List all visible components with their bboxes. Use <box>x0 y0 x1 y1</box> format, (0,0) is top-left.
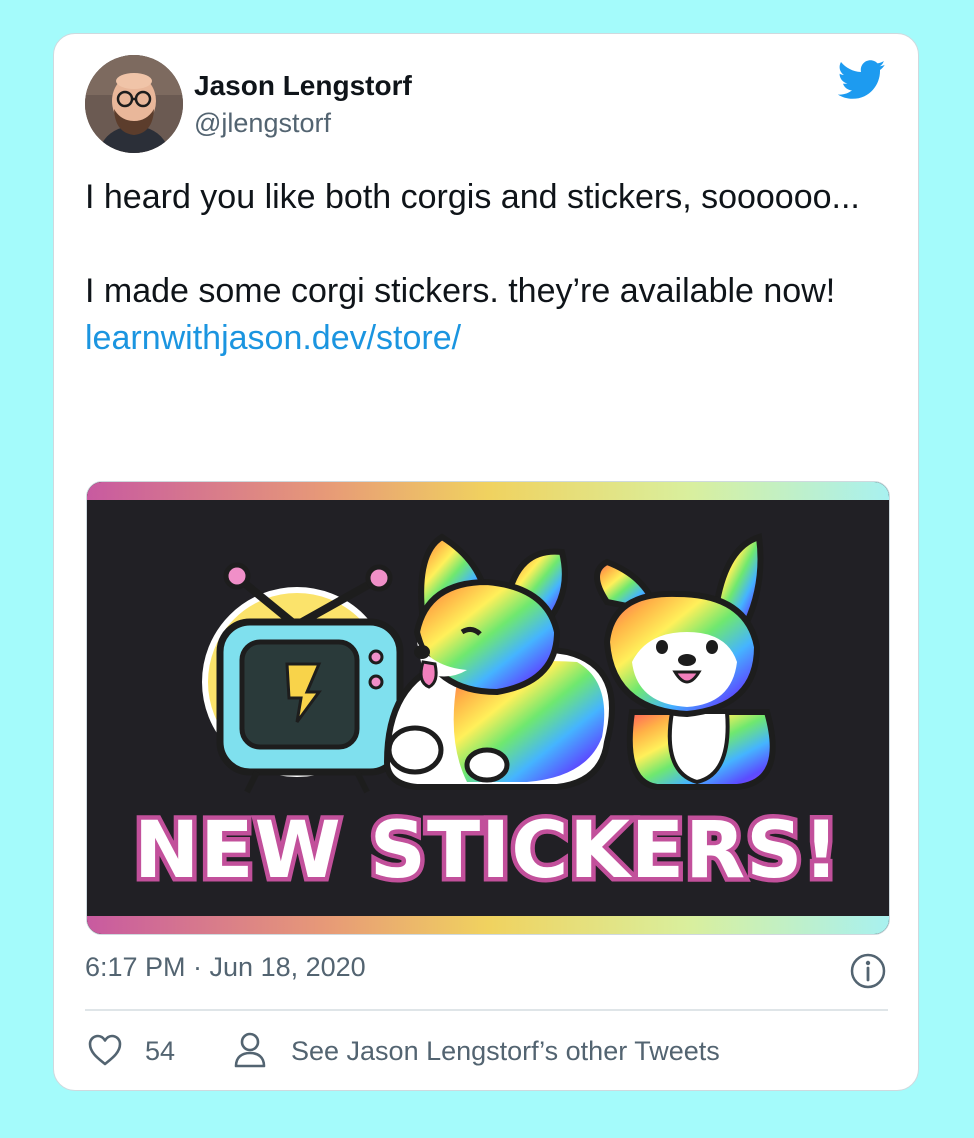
twitter-bird-icon[interactable] <box>837 60 886 105</box>
tweet-text: I heard you like both corgis and sticker… <box>85 174 875 362</box>
avatar[interactable] <box>85 55 183 153</box>
tweet-text-line-1: I heard you like both corgis and sticker… <box>85 178 860 216</box>
author-name[interactable]: Jason Lengstorf <box>194 70 412 102</box>
person-icon[interactable] <box>233 1031 267 1074</box>
tweet-media-image[interactable]: NEW STICKERS! <box>86 481 890 935</box>
author-handle[interactable]: @jlengstorf <box>194 108 331 139</box>
tweet-card: Jason Lengstorf @jlengstorf I heard you … <box>53 33 919 1091</box>
store-link[interactable]: learnwithjason.dev/store/ <box>85 319 461 357</box>
heart-icon[interactable] <box>87 1033 123 1072</box>
media-headline: NEW STICKERS! <box>134 806 840 896</box>
info-icon[interactable] <box>849 952 887 995</box>
tweet-text-line-2: I made some corgi stickers. they’re avai… <box>85 272 836 310</box>
divider <box>85 1009 888 1011</box>
tweet-timestamp[interactable]: 6:17 PM · Jun 18, 2020 <box>85 952 366 983</box>
like-count[interactable]: 54 <box>145 1036 175 1067</box>
see-other-tweets-link[interactable]: See Jason Lengstorf’s other Tweets <box>291 1036 720 1067</box>
